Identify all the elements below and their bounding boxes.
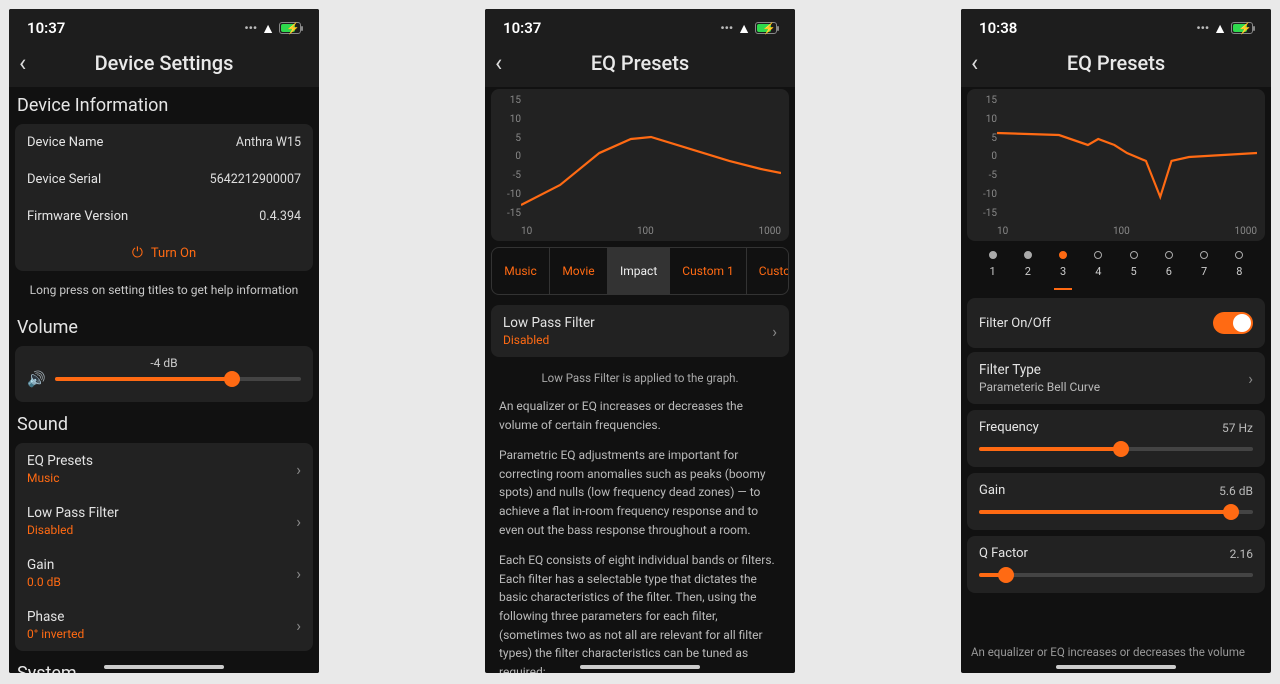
- device-info-card: Device Name Anthra W15 Device Serial 564…: [15, 124, 313, 271]
- home-indicator: [1056, 665, 1176, 669]
- chevron-right-icon: ›: [1248, 369, 1253, 388]
- band-3[interactable]: 3: [1051, 251, 1075, 278]
- band-5[interactable]: 5: [1122, 251, 1146, 278]
- filter-toggle[interactable]: [1213, 312, 1253, 334]
- band-2[interactable]: 2: [1016, 251, 1040, 278]
- page-title: EQ Presets: [1001, 51, 1231, 75]
- section-system: System: [9, 655, 319, 673]
- status-bar: 10:37 ••• ▲ ⚡: [9, 9, 319, 43]
- row-device-name[interactable]: Device Name Anthra W15: [15, 124, 313, 161]
- status-icons: •••▲ ⚡: [720, 20, 777, 37]
- tab-custom-1[interactable]: Custom 1: [670, 248, 747, 294]
- plug-icon: ⏻: [132, 245, 143, 261]
- sound-card: EQ PresetsMusic›Low Pass FilterDisabled›…: [15, 443, 313, 651]
- speaker-icon: 🔊: [27, 370, 45, 388]
- volume-track[interactable]: [55, 377, 301, 381]
- status-bar: 10:37 •••▲ ⚡: [485, 9, 795, 43]
- screen-device-settings: 10:37 ••• ▲ ⚡ ‹ Device Settings Device I…: [9, 9, 319, 673]
- section-device-info: Device Information: [9, 87, 319, 122]
- lpf-row-card: Low Pass Filter Disabled ›: [491, 305, 789, 357]
- chevron-right-icon: ›: [296, 512, 301, 531]
- tab-movie[interactable]: Movie: [550, 248, 608, 294]
- tab-music[interactable]: Music: [492, 248, 550, 294]
- band-1[interactable]: 1: [981, 251, 1005, 278]
- section-volume: Volume: [9, 309, 319, 344]
- help-hint: Long press on setting titles to get help…: [9, 275, 319, 309]
- home-indicator: [580, 665, 700, 669]
- section-sound: Sound: [9, 406, 319, 441]
- lpf-hint: Low Pass Filter is applied to the graph.: [485, 361, 795, 393]
- back-button[interactable]: ‹: [967, 49, 1001, 77]
- clock: 10:38: [979, 19, 1017, 37]
- volume-card: -4 dB 🔊: [15, 346, 313, 402]
- tab-custom[interactable]: Custom: [747, 248, 789, 294]
- eq-footer-hint: An equalizer or EQ increases or decrease…: [971, 645, 1261, 659]
- frequency-card: Frequency 57 Hz: [967, 410, 1265, 467]
- volume-readout: -4 dB: [27, 356, 301, 370]
- lpf-row[interactable]: Low Pass Filter Disabled ›: [491, 305, 789, 357]
- sound-row[interactable]: Phase0° inverted›: [15, 599, 313, 651]
- turn-on-button[interactable]: ⏻ Turn On: [15, 235, 313, 271]
- row-firmware[interactable]: Firmware Version 0.4.394: [15, 198, 313, 235]
- gain-slider[interactable]: [979, 510, 1253, 514]
- sound-row[interactable]: Low Pass FilterDisabled›: [15, 495, 313, 547]
- tab-impact[interactable]: Impact: [608, 248, 670, 294]
- battery-icon: ⚡: [279, 22, 301, 34]
- filter-onoff-label: Filter On/Off: [979, 316, 1051, 331]
- wifi-icon: ▲: [261, 20, 275, 37]
- band-selector: 12345678: [967, 247, 1265, 288]
- sound-row[interactable]: Gain0.0 dB›: [15, 547, 313, 599]
- band-8[interactable]: 8: [1227, 251, 1251, 278]
- screen-eq-presets-info: 10:37 •••▲ ⚡ ‹ EQ Presets 151050-5-10-15…: [485, 9, 795, 673]
- gain-card: Gain 5.6 dB: [967, 473, 1265, 530]
- clock: 10:37: [27, 19, 65, 37]
- status-bar: 10:38 •••▲ ⚡: [961, 9, 1271, 43]
- back-button[interactable]: ‹: [15, 49, 49, 77]
- band-7[interactable]: 7: [1192, 251, 1216, 278]
- qfactor-slider[interactable]: [979, 573, 1253, 577]
- frequency-slider[interactable]: [979, 447, 1253, 451]
- home-indicator: [104, 665, 224, 669]
- status-icons: ••• ▲ ⚡: [244, 20, 301, 37]
- page-title: EQ Presets: [525, 51, 755, 75]
- volume-slider[interactable]: 🔊: [27, 370, 301, 388]
- band-4[interactable]: 4: [1086, 251, 1110, 278]
- filter-type-row[interactable]: Filter Type Parameteric Bell Curve ›: [967, 352, 1265, 404]
- chevron-right-icon: ›: [296, 564, 301, 583]
- header: ‹ Device Settings: [9, 43, 319, 87]
- row-device-serial[interactable]: Device Serial 5642212900007: [15, 161, 313, 198]
- eq-graph: 151050-5-10-15 101001000: [967, 89, 1265, 241]
- screen-eq-band-edit: 10:38 •••▲ ⚡ ‹ EQ Presets 151050-5-10-15…: [961, 9, 1271, 673]
- band-6[interactable]: 6: [1157, 251, 1181, 278]
- sound-row[interactable]: EQ PresetsMusic›: [15, 443, 313, 495]
- preset-tabs: MusicMovieImpactCustom 1Custom: [491, 247, 789, 295]
- qfactor-card: Q Factor 2.16: [967, 536, 1265, 593]
- chevron-right-icon: ›: [296, 616, 301, 635]
- page-title: Device Settings: [49, 51, 279, 75]
- chevron-right-icon: ›: [296, 460, 301, 479]
- filter-onoff-row: Filter On/Off: [967, 298, 1265, 348]
- eq-description: An equalizer or EQ increases or decrease…: [485, 393, 795, 673]
- status-icons: •••▲ ⚡: [1196, 20, 1253, 37]
- chevron-right-icon: ›: [772, 322, 777, 341]
- back-button[interactable]: ‹: [491, 49, 525, 77]
- clock: 10:37: [503, 19, 541, 37]
- eq-graph: 151050-5-10-15 101001000: [491, 89, 789, 241]
